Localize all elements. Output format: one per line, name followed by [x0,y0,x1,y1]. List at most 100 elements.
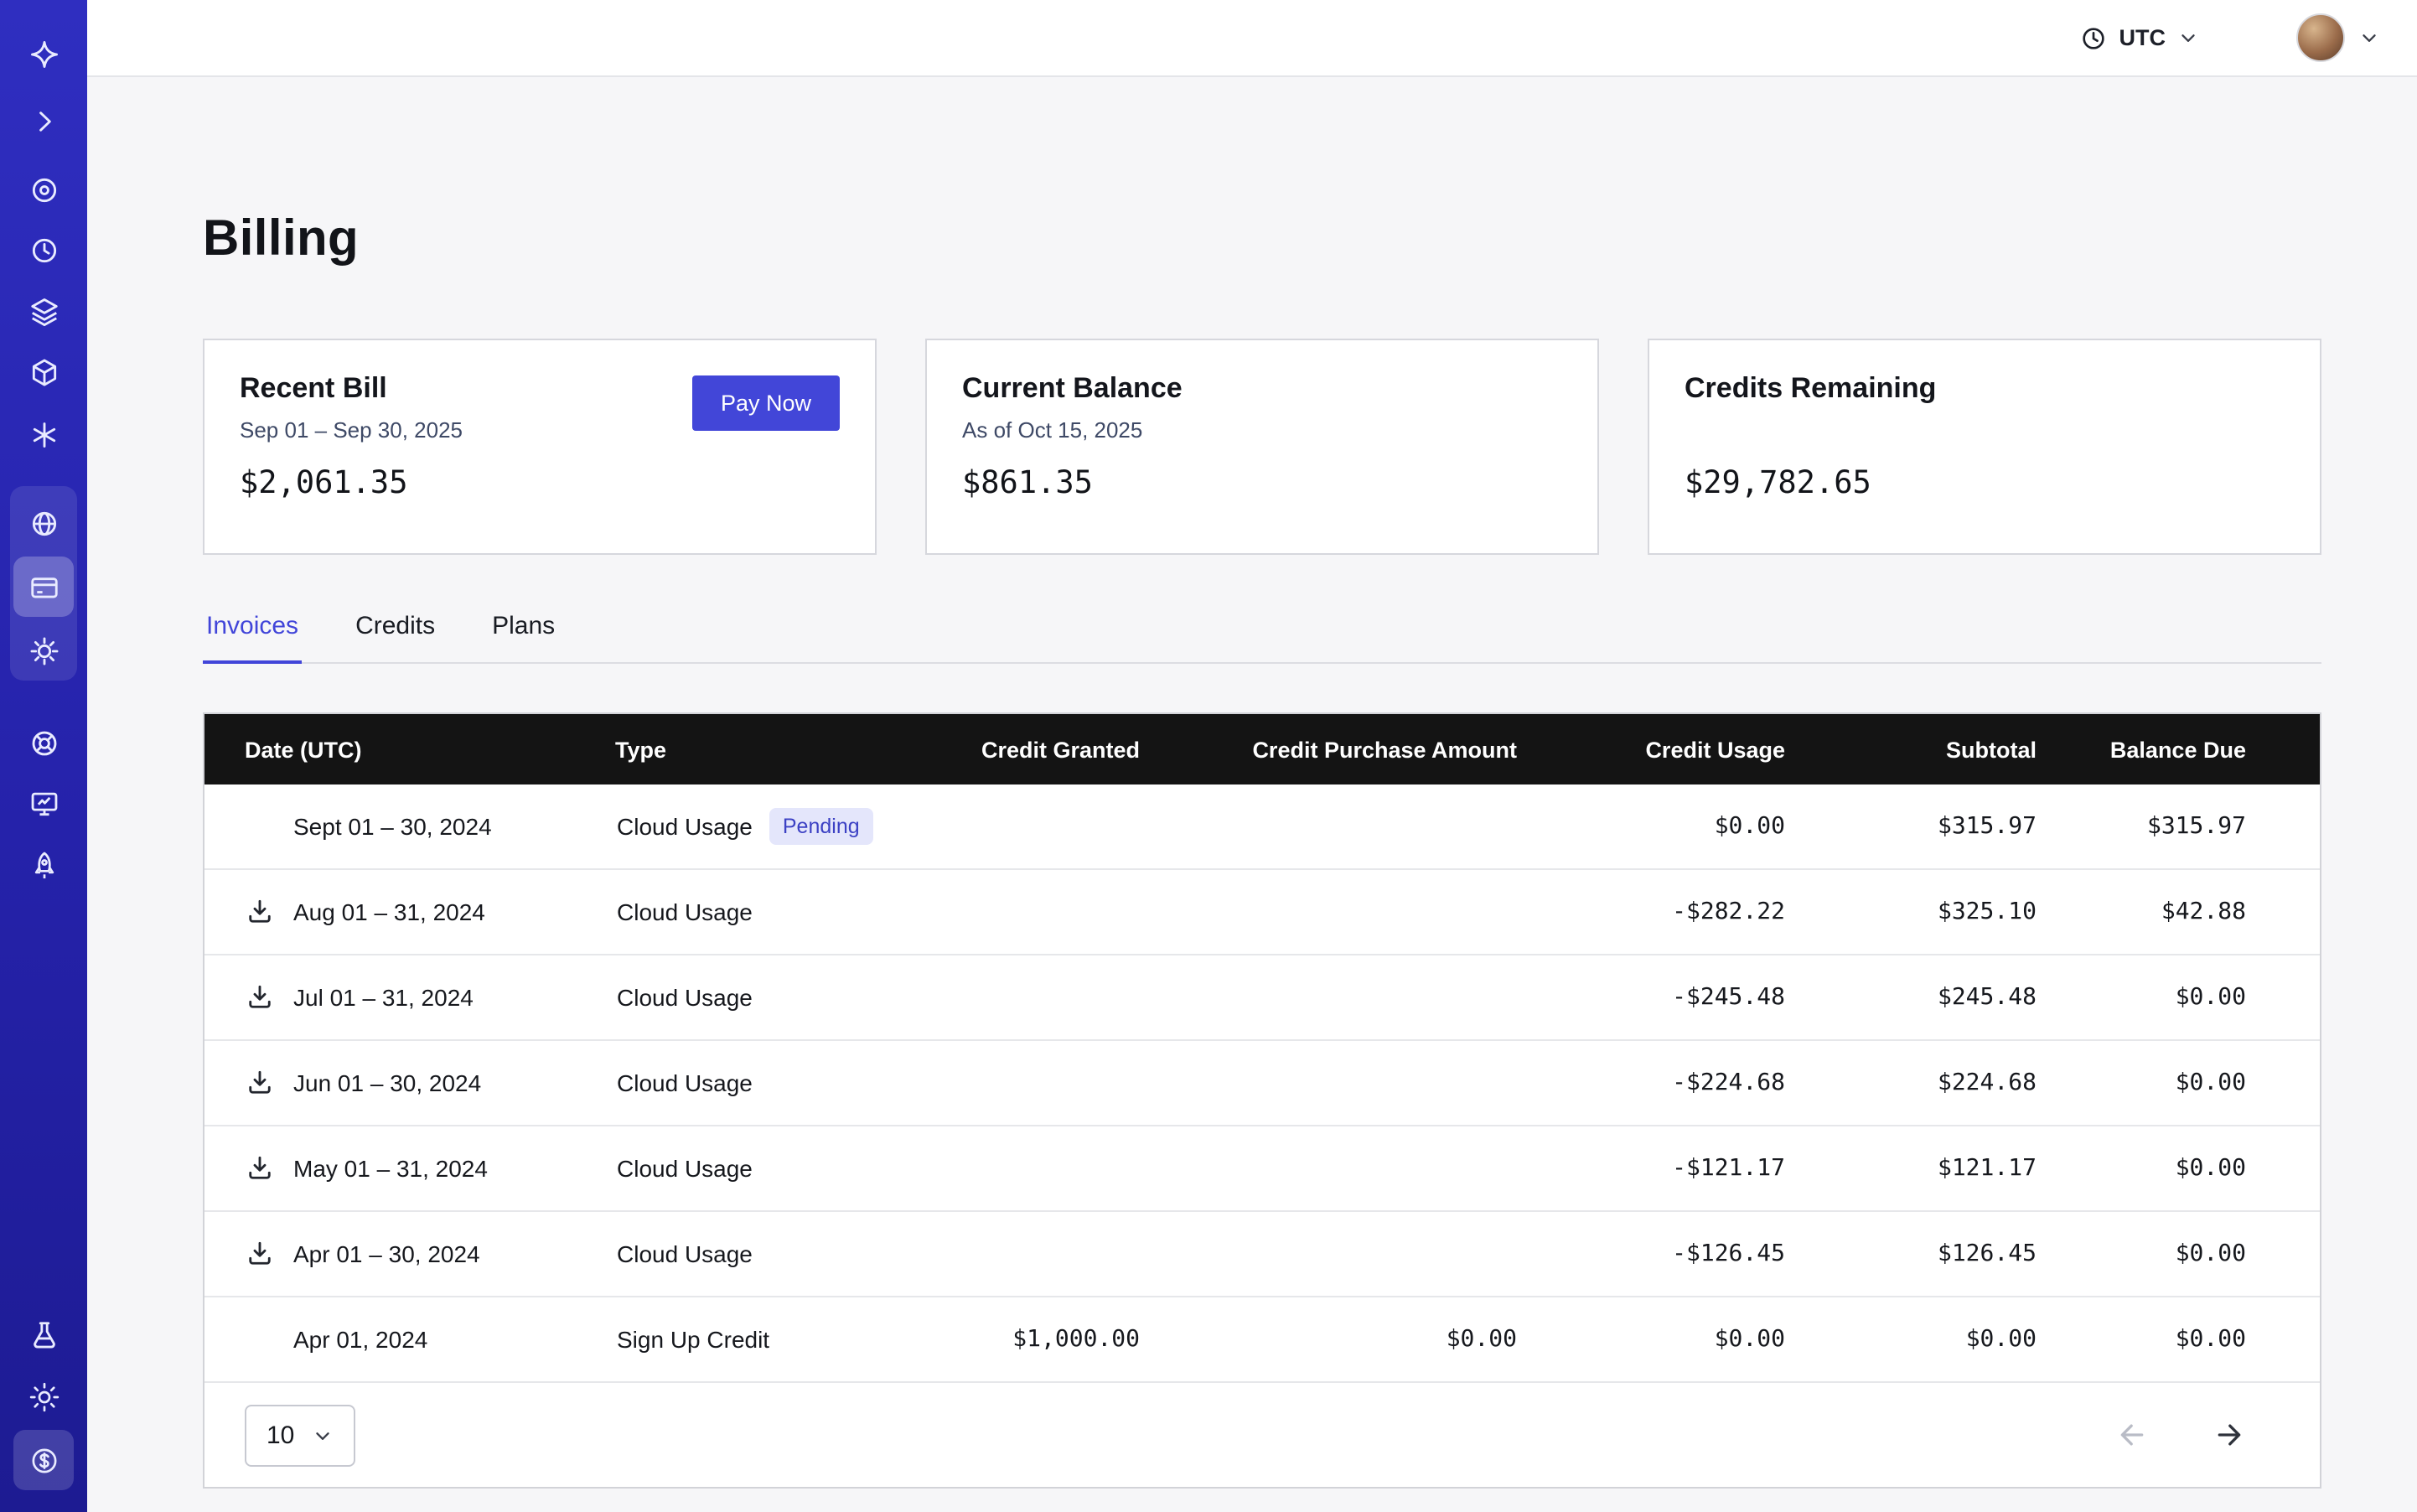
sidebar-item-schedules[interactable] [13,220,74,280]
sun-icon [28,1380,60,1412]
next-page-button[interactable] [2213,1418,2246,1452]
rocket-icon [28,849,60,881]
invoice-period: Aug 01 – 31, 2024 [293,898,485,925]
column-header-credit-purchase-amount: Credit Purchase Amount [1160,714,1537,784]
invoice-period: Jun 01 – 30, 2024 [293,1069,481,1096]
sidebar-item-getting-started[interactable] [13,835,74,895]
download-invoice-button[interactable] [245,981,278,1014]
subtotal-value: $325.10 [1805,869,2057,955]
invoices-table: Date (UTC) Type Credit Granted Credit Pu… [203,712,2321,1489]
download-spacer [245,1323,278,1356]
timezone-selector[interactable]: UTC [2071,23,2210,53]
sidebar-item-namespaces[interactable] [13,159,74,220]
pay-now-button[interactable]: Pay Now [692,375,840,431]
chevron-down-icon [2358,27,2380,49]
subtotal-value: $224.68 [1805,1040,2057,1126]
credit-granted-value: $1,000.00 [959,1297,1160,1381]
table-header-row: Date (UTC) Type Credit Granted Credit Pu… [204,714,2320,784]
balance-due-value: $0.00 [2057,955,2320,1040]
download-invoice-button[interactable] [245,1152,278,1185]
download-icon [245,1239,275,1269]
table-row: Jun 01 – 30, 2024 Cloud Usage -$224.68 $… [204,1040,2320,1126]
topbar: UTC [87,0,2417,77]
user-menu[interactable] [2296,13,2380,62]
subtotal-value: $245.48 [1805,955,2057,1040]
credit-granted-value [959,1211,1160,1297]
download-icon [245,982,275,1012]
download-invoice-button[interactable] [245,895,278,929]
sidebar-expand-button[interactable] [13,91,74,151]
layers-icon [28,294,60,326]
sidebar-item-usage[interactable] [13,493,74,553]
asterisk-icon [28,418,60,450]
current-balance-amount: $861.35 [962,466,1562,501]
invoice-type: Cloud Usage [617,1069,753,1096]
flask-icon [28,1318,60,1350]
credit-usage-value: $0.00 [1537,784,1805,869]
credit-card-icon [28,571,60,603]
sidebar-item-labs[interactable] [13,1304,74,1364]
current-balance-title: Current Balance [962,372,1562,406]
invoice-type: Sign Up Credit [617,1326,769,1353]
sidebar-item-nexus[interactable] [13,404,74,464]
sidebar-item-support[interactable] [13,712,74,773]
credit-usage-value: -$126.45 [1537,1211,1805,1297]
column-header-subtotal: Subtotal [1805,714,2057,784]
arrow-right-icon [2213,1418,2246,1452]
dollar-circle-icon [28,1444,60,1476]
subtotal-value: $0.00 [1805,1297,2057,1381]
credit-granted-value [959,784,1160,869]
balance-due-value: $0.00 [2057,1040,2320,1126]
sidebar-item-stack[interactable] [13,280,74,340]
tab-credits[interactable]: Credits [352,612,438,662]
download-icon [245,1153,275,1183]
invoice-type: Cloud Usage [617,984,753,1011]
arrow-left-icon [2115,1418,2149,1452]
page-size-select[interactable]: 10 [245,1404,355,1466]
table-row: Jul 01 – 31, 2024 Cloud Usage -$245.48 $… [204,955,2320,1040]
chevron-down-icon [311,1424,333,1446]
subtotal-value: $121.17 [1805,1126,2057,1211]
invoice-type: Cloud Usage [617,1155,753,1182]
invoice-period: Apr 01, 2024 [293,1326,427,1353]
billing-tabs: Invoices Credits Plans [203,612,2321,664]
column-header-credit-usage: Credit Usage [1537,714,1805,784]
monitor-icon [28,787,60,819]
invoice-period: Sept 01 – 30, 2024 [293,813,492,840]
credit-granted-value [959,869,1160,955]
credit-granted-value [959,1126,1160,1211]
sidebar-item-deployments[interactable] [13,342,74,402]
sidebar-item-logo[interactable] [13,23,74,84]
previous-page-button[interactable] [2115,1418,2149,1452]
target-icon [28,173,60,205]
recent-bill-amount: $2,061.35 [240,466,840,501]
pending-badge: Pending [769,808,873,845]
download-invoice-button[interactable] [245,1237,278,1271]
credit-purchase-value [1160,869,1537,955]
invoice-period: Apr 01 – 30, 2024 [293,1240,480,1267]
gear-icon [28,634,60,666]
credit-purchase-value [1160,1126,1537,1211]
download-invoice-button[interactable] [245,1066,278,1100]
sidebar [0,0,87,1512]
app-logo-icon [28,38,60,70]
credits-remaining-spacer [1685,417,2285,444]
subtotal-value: $315.97 [1805,784,2057,869]
sidebar-item-billing[interactable] [13,557,74,617]
credit-usage-value: -$245.48 [1537,955,1805,1040]
table-row: Aug 01 – 31, 2024 Cloud Usage -$282.22 $… [204,869,2320,955]
sidebar-item-theme-toggle[interactable] [13,1366,74,1427]
balance-due-value: $0.00 [2057,1297,2320,1381]
pagination-controls [2115,1418,2246,1452]
chevron-right-icon [28,105,60,137]
sidebar-item-pricing[interactable] [13,1430,74,1490]
download-icon [245,897,275,927]
tab-plans[interactable]: Plans [489,612,558,662]
table-row: May 01 – 31, 2024 Cloud Usage -$121.17 $… [204,1126,2320,1211]
current-balance-as-of: As of Oct 15, 2025 [962,417,1562,444]
sidebar-item-settings[interactable] [13,620,74,681]
credit-usage-value: -$224.68 [1537,1040,1805,1126]
sidebar-item-docs[interactable] [13,773,74,833]
invoice-type: Cloud Usage [617,898,753,925]
tab-invoices[interactable]: Invoices [203,612,302,662]
